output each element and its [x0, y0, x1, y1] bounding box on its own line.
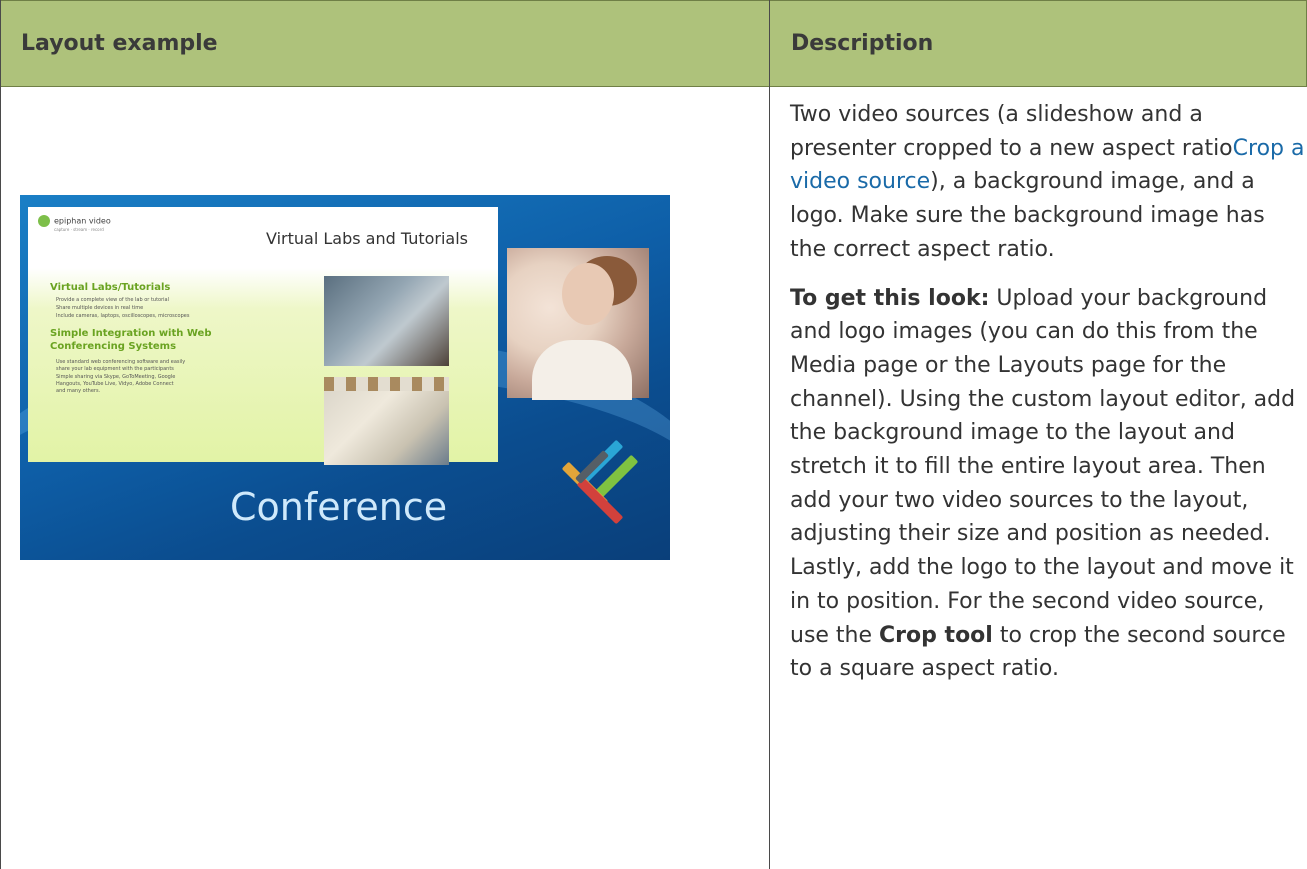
slide-bullet: Simple sharing via Skype, GoToMeeting, G… — [56, 374, 176, 380]
epiphan-logo-icon — [38, 215, 50, 227]
presenter-source — [507, 248, 649, 400]
epiphan-logo: epiphan video — [38, 215, 111, 227]
description-text: Two video sources (a slideshow and a pre… — [790, 98, 1305, 701]
description-cell: Two video sources (a slideshow and a pre… — [771, 87, 1307, 869]
p2-bold-lead: To get this look: — [790, 285, 990, 311]
header-description: Description — [791, 31, 934, 56]
table-header-row: Layout example Description — [0, 0, 1307, 87]
slide-heading-2: Simple Integration with Web — [50, 328, 212, 339]
slide-bullet: and many others. — [56, 388, 101, 394]
office-photo — [324, 377, 449, 465]
slide-bullet: Share multiple devices in real time — [56, 305, 144, 311]
office-photo-shelf — [324, 377, 449, 391]
conference-caption: Conference — [230, 485, 448, 529]
slide-tagline: capture · stream · record — [54, 227, 104, 232]
presenter-face — [562, 263, 614, 325]
description-paragraph-2: To get this look: Upload your background… — [790, 282, 1305, 686]
layout-table: Layout example Description epiphan video… — [0, 0, 1307, 869]
slide-heading-1: Virtual Labs/Tutorials — [50, 282, 171, 293]
layout-example-image: epiphan video capture · stream · record … — [20, 195, 670, 560]
slide-bullet: Use standard web conferencing software a… — [56, 359, 186, 365]
crop-tool-label: Crop tool — [879, 622, 993, 648]
p1-text-a: Two video sources (a slideshow and a pre… — [790, 102, 1233, 161]
presenter-body — [532, 340, 632, 400]
lab-photo — [324, 276, 449, 366]
slide-logo-text: epiphan video — [54, 216, 111, 226]
description-paragraph-1: Two video sources (a slideshow and a pre… — [790, 98, 1305, 267]
slide-bullet: Provide a complete view of the lab or tu… — [56, 297, 169, 303]
header-layout-example: Layout example — [21, 31, 218, 56]
slide-bullet: Include cameras, laptops, oscilloscopes,… — [56, 313, 190, 319]
slide-bullet: share your lab equipment with the partic… — [56, 366, 174, 372]
slideshow-source: epiphan video capture · stream · record … — [28, 207, 498, 465]
slide-bullet: Hangouts, YouTube Live, Vidyo, Adobe Con… — [56, 381, 174, 387]
p2-text-a: Upload your background and logo images (… — [790, 285, 1296, 648]
slide-heading-2b: Conferencing Systems — [50, 341, 177, 352]
column-divider — [769, 0, 770, 869]
layout-example-cell: epiphan video capture · stream · record … — [1, 87, 769, 869]
slide-title: Virtual Labs and Tutorials — [266, 229, 469, 248]
